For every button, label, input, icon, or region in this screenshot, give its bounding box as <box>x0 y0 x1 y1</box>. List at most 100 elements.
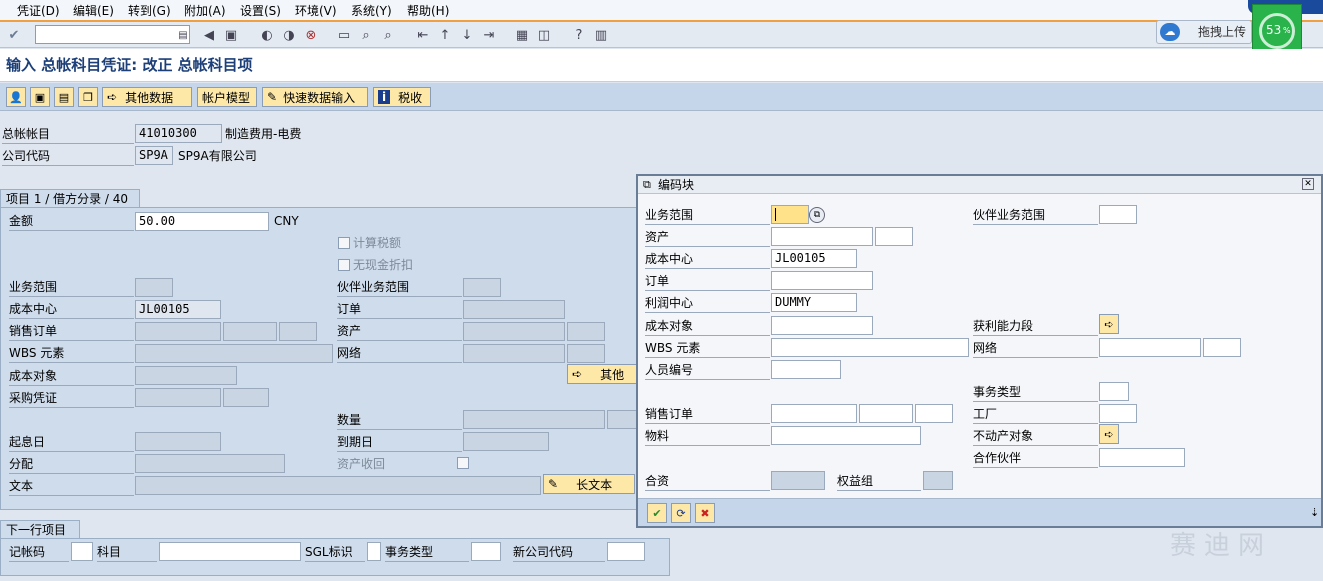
person-icon[interactable]: 👤 <box>6 87 26 107</box>
menu-edit[interactable]: 编辑(E) <box>73 2 114 20</box>
first-page-icon[interactable]: ⇤ <box>414 26 432 44</box>
purchase-doc-item-field[interactable] <box>223 388 269 407</box>
asset-retire-checkbox[interactable] <box>457 457 469 469</box>
command-dropdown-icon[interactable]: ▤ <box>174 26 192 44</box>
dlg-trans-type-field[interactable] <box>1099 382 1129 401</box>
dlg-sales-order-sched-field[interactable] <box>915 404 953 423</box>
confirm-icon[interactable]: ✔ <box>647 503 667 523</box>
menu-environment[interactable]: 环境(V) <box>295 2 337 20</box>
amount-field[interactable]: 50.00 <box>135 212 269 231</box>
other-data-button[interactable]: ➪ 其他数据 <box>102 87 192 107</box>
dlg-plant-field[interactable] <box>1099 404 1137 423</box>
upload-widget[interactable]: ☁ 拖拽上传 <box>1156 20 1252 44</box>
dlg-asset-sub-field[interactable] <box>875 227 913 246</box>
menu-goto[interactable]: 转到(G) <box>128 2 171 20</box>
prev-page-icon[interactable]: ↑ <box>436 26 454 44</box>
save-icon[interactable]: ▣ <box>222 26 240 44</box>
due-date-field[interactable] <box>463 432 549 451</box>
value-date-field[interactable] <box>135 432 221 451</box>
cancel-icon[interactable]: ✖ <box>695 503 715 523</box>
print-icon[interactable]: ▭ <box>335 26 353 44</box>
dlg-network-op-field[interactable] <box>1203 338 1241 357</box>
dlg-material-field[interactable] <box>771 426 921 445</box>
dlg-partner-field[interactable] <box>1099 448 1185 467</box>
order-field[interactable] <box>463 300 565 319</box>
overview-icon[interactable]: ▣ <box>30 87 50 107</box>
assignment-field[interactable] <box>135 454 285 473</box>
new-session-icon[interactable]: ▦ <box>513 26 531 44</box>
no-cash-disc-checkbox[interactable] <box>338 259 350 271</box>
dlg-order-field[interactable] <box>771 271 873 290</box>
dlg-ba-field[interactable] <box>771 205 809 224</box>
menu-document[interactable]: 凭证(D) <box>17 2 60 20</box>
dlg-personnel-field[interactable] <box>771 360 841 379</box>
shortcut-icon[interactable]: ◫ <box>535 26 553 44</box>
dlg-sales-order-field[interactable] <box>771 404 857 423</box>
sales-order-sched-field[interactable] <box>279 322 317 341</box>
sales-order-field[interactable] <box>135 322 221 341</box>
cancel-icon[interactable]: ⊗ <box>302 26 320 44</box>
dlg-profit-center-field[interactable]: DUMMY <box>771 293 857 312</box>
calc-tax-label: 计算税额 <box>353 236 402 250</box>
asset-field[interactable] <box>463 322 565 341</box>
cost-center-field[interactable]: JL00105 <box>135 300 221 319</box>
find-icon[interactable]: ⌕ <box>357 26 375 44</box>
find-next-icon[interactable]: ⌕ <box>379 26 397 44</box>
dlg-cost-object-field[interactable] <box>771 316 873 335</box>
dlg-network-field[interactable] <box>1099 338 1201 357</box>
dlg-equity-group-field[interactable] <box>923 471 953 490</box>
profit-seg-arrow-icon[interactable]: ➪ <box>1099 314 1119 334</box>
real-estate-arrow-icon[interactable]: ➪ <box>1099 424 1119 444</box>
fast-entry-button[interactable]: ✎ 快速数据输入 <box>262 87 368 107</box>
new-company-field[interactable] <box>607 542 645 561</box>
menu-settings[interactable]: 设置(S) <box>240 2 281 20</box>
cost-object-field[interactable] <box>135 366 237 385</box>
gl-account-field[interactable]: 41010300 <box>135 124 222 143</box>
partner-ba-field[interactable] <box>463 278 501 297</box>
purchase-doc-field[interactable] <box>135 388 221 407</box>
sgl-field[interactable] <box>367 542 381 561</box>
next-page-icon[interactable]: ↓ <box>458 26 476 44</box>
scroll-down-icon[interactable]: ⇣ <box>1310 506 1319 519</box>
command-field[interactable] <box>35 25 190 44</box>
business-area-field[interactable] <box>135 278 173 297</box>
refresh-icon[interactable]: ⟳ <box>671 503 691 523</box>
copy-icon[interactable]: ❐ <box>78 87 98 107</box>
dlg-asset-field[interactable] <box>771 227 873 246</box>
posting-key-field[interactable] <box>71 542 93 561</box>
sales-order-item-field[interactable] <box>223 322 277 341</box>
tax-button[interactable]: i 税收 <box>373 87 431 107</box>
menu-help[interactable]: 帮助(H) <box>407 2 449 20</box>
network-field[interactable] <box>463 344 565 363</box>
company-code-field[interactable]: SP9A <box>135 146 173 165</box>
account-field[interactable] <box>159 542 301 561</box>
quantity-field[interactable] <box>463 410 605 429</box>
last-page-icon[interactable]: ⇥ <box>480 26 498 44</box>
long-text-button[interactable]: ✎ 长文本 <box>543 474 635 494</box>
dlg-cost-center-field[interactable]: JL00105 <box>771 249 857 268</box>
search-help-icon[interactable]: ⧉ <box>809 207 825 223</box>
dlg-jv-field[interactable] <box>771 471 825 490</box>
dlg-partner-ba-field[interactable] <box>1099 205 1137 224</box>
doc-header-icon[interactable]: ▤ <box>54 87 74 107</box>
menu-extras[interactable]: 附加(A) <box>184 2 226 20</box>
more-button[interactable]: ➪ 其他 <box>567 364 647 384</box>
menu-system[interactable]: 系统(Y) <box>351 2 392 20</box>
calc-tax-checkbox[interactable] <box>338 237 350 249</box>
account-model-button[interactable]: 帐户模型 <box>197 87 257 107</box>
text-field[interactable] <box>135 476 541 495</box>
asset-sub-field[interactable] <box>567 322 605 341</box>
dlg-wbs-label: WBS 元素 <box>645 339 770 358</box>
help-icon[interactable]: ? <box>570 26 588 44</box>
enter-icon[interactable]: ✔ <box>5 26 23 44</box>
back-icon[interactable]: ◐ <box>258 26 276 44</box>
dlg-sales-order-item-field[interactable] <box>859 404 913 423</box>
trans-type-field[interactable] <box>471 542 501 561</box>
exit-icon[interactable]: ◑ <box>280 26 298 44</box>
back-nav-icon[interactable]: ◀ <box>200 26 218 44</box>
wbs-field[interactable] <box>135 344 333 363</box>
close-icon[interactable]: ✕ <box>1302 178 1314 190</box>
network-op-field[interactable] <box>567 344 605 363</box>
layout-icon[interactable]: ▥ <box>592 26 610 44</box>
dlg-wbs-field[interactable] <box>771 338 969 357</box>
